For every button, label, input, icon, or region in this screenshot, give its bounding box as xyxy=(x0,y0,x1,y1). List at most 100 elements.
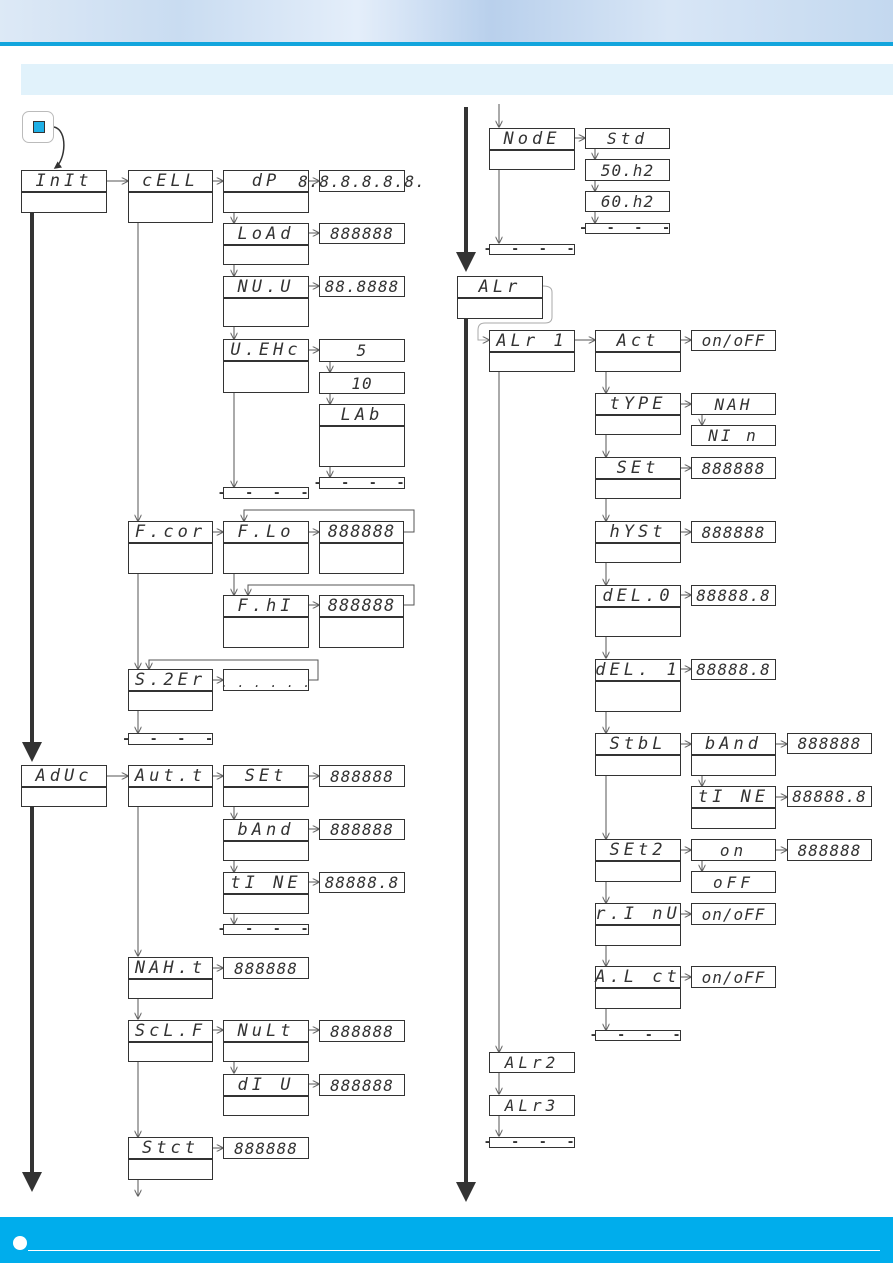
menu-act[interactable]: Act xyxy=(595,330,681,372)
menu-alr1[interactable]: ALr 1 xyxy=(489,330,575,372)
menu-div[interactable]: dI U xyxy=(223,1074,309,1116)
autt-time-value: 88888.8 xyxy=(324,873,400,892)
set2-option-on[interactable]: on xyxy=(691,839,776,861)
vexc-option-10[interactable]: 10 xyxy=(319,372,405,394)
menu-dp[interactable]: dP xyxy=(223,170,309,213)
div-value-display[interactable]: 888888 xyxy=(319,1074,405,1096)
mode-end: - - - - xyxy=(484,242,575,257)
del0-value-display[interactable]: 88888.8 xyxy=(691,585,776,606)
alr-set-value: 888888 xyxy=(701,458,766,478)
mode-option-50hz-label: 50.h2 xyxy=(600,160,655,180)
menu-mode[interactable]: NodE xyxy=(489,128,575,170)
autt-band-value: 888888 xyxy=(330,820,394,839)
menu-autt-time[interactable]: tI NE xyxy=(223,872,309,914)
nuu-value: 88.8888 xyxy=(324,277,400,296)
menu-szer[interactable]: S.2Er xyxy=(128,669,213,711)
load-value-display[interactable]: 888888 xyxy=(319,223,405,244)
set2-option-on-label: on xyxy=(719,840,748,860)
rinv-value-display[interactable]: on/oFF xyxy=(691,903,776,925)
menu-autt-label: Aut.t xyxy=(129,766,212,788)
cell-end: - - - - xyxy=(218,486,309,501)
menu-alr2[interactable]: ALr2 xyxy=(489,1052,575,1073)
del1-value-display[interactable]: 88888.8 xyxy=(691,659,776,680)
rinv-value: on/oFF xyxy=(701,904,766,924)
stbl-time-value-display[interactable]: 88888.8 xyxy=(787,786,872,807)
mode-option-60hz-label: 60.h2 xyxy=(600,192,655,211)
type-option-min[interactable]: NI n xyxy=(691,425,776,446)
menu-load[interactable]: LoAd xyxy=(223,223,309,265)
menu-nuu[interactable]: NU.U xyxy=(223,276,309,327)
menu-sclf[interactable]: ScL.F xyxy=(128,1020,213,1062)
menu-div-label: dI U xyxy=(224,1075,308,1097)
mode-option-std[interactable]: Std xyxy=(585,128,670,149)
maxt-value-display[interactable]: 888888 xyxy=(223,957,309,979)
dp-value-display[interactable]: 8.8.8.8.8.8. xyxy=(298,170,425,192)
hyst-value-display[interactable]: 888888 xyxy=(691,521,776,543)
menu-vexc-label: U.EHc xyxy=(224,340,308,362)
mode-option-50hz[interactable]: 50.h2 xyxy=(585,159,670,181)
alct-value-display[interactable]: on/oFF xyxy=(691,966,776,988)
menu-flo-label: F.Lo xyxy=(224,522,308,544)
end-marker: - - - - xyxy=(483,1135,581,1150)
menu-stbl[interactable]: StbL xyxy=(595,733,681,776)
autt-time-value-display[interactable]: 88888.8 xyxy=(319,872,405,893)
menu-alct[interactable]: A.L ct xyxy=(595,966,681,1009)
stct-value-display[interactable]: 888888 xyxy=(223,1137,309,1159)
del0-value: 88888.8 xyxy=(696,586,771,605)
menu-alr-set[interactable]: SEt xyxy=(595,457,681,499)
act-value-display[interactable]: on/oFF xyxy=(691,330,776,351)
menu-autt-set[interactable]: SEt xyxy=(223,765,309,807)
set2-option-off[interactable]: oFF xyxy=(691,871,776,893)
fhi-value-display[interactable]: 888888 xyxy=(319,595,404,648)
menu-fhi[interactable]: F.hI xyxy=(223,595,309,648)
autt-set-value-display[interactable]: 888888 xyxy=(319,765,405,787)
stbl-band-value-display[interactable]: 888888 xyxy=(787,733,872,754)
menu-cell[interactable]: cELL xyxy=(128,170,213,223)
menu-del1[interactable]: dEL. 1 xyxy=(595,659,681,712)
mult-value: 888888 xyxy=(330,1021,394,1041)
menu-type-label: tYPE xyxy=(596,394,680,416)
menu-advc-label: AdUc xyxy=(22,766,106,788)
mode-option-60hz[interactable]: 60.h2 xyxy=(585,191,670,212)
set2-value: 888888 xyxy=(797,840,862,860)
menu-maxt[interactable]: NAH.t xyxy=(128,957,213,999)
vexc-option-5[interactable]: 5 xyxy=(319,339,405,362)
alr-set-value-display[interactable]: 888888 xyxy=(691,457,776,479)
menu-rinv[interactable]: r.I nU xyxy=(595,903,681,946)
autt-set-value: 888888 xyxy=(330,766,394,786)
init-end: - - - - xyxy=(122,732,213,747)
menu-stbl-time[interactable]: tI NE xyxy=(691,786,776,829)
szer-value-display[interactable]: . . . . . . xyxy=(221,669,310,691)
menu-flo[interactable]: F.Lo xyxy=(223,521,309,574)
mult-value-display[interactable]: 888888 xyxy=(319,1020,405,1042)
type-option-max[interactable]: NAH xyxy=(691,393,776,415)
menu-hyst[interactable]: hYSt xyxy=(595,521,681,563)
menu-del0[interactable]: dEL.0 xyxy=(595,585,681,637)
autt-band-value-display[interactable]: 888888 xyxy=(319,819,405,840)
menu-fcor[interactable]: F.cor xyxy=(128,521,213,574)
menu-rinv-label: r.I nU xyxy=(595,904,681,926)
set2-value-display[interactable]: 888888 xyxy=(787,839,872,861)
menu-cell-label: cELL xyxy=(129,171,212,193)
menu-type[interactable]: tYPE xyxy=(595,393,681,435)
stbl-time-value: 88888.8 xyxy=(792,787,867,806)
menu-load-label: LoAd xyxy=(224,224,308,246)
flo-value-display[interactable]: 888888 xyxy=(319,521,404,574)
menu-alr[interactable]: ALr xyxy=(457,276,543,319)
end-marker: - - - - xyxy=(313,475,411,491)
menu-alr3[interactable]: ALr3 xyxy=(489,1095,575,1116)
menu-init[interactable]: InIt xyxy=(21,170,107,213)
menu-mult[interactable]: NuLt xyxy=(223,1020,309,1062)
menu-advc[interactable]: AdUc xyxy=(21,765,107,807)
menu-autt[interactable]: Aut.t xyxy=(128,765,213,807)
page-marker-dot xyxy=(13,1236,27,1250)
menu-autt-band[interactable]: bAnd xyxy=(223,819,309,861)
vexc-option-lab[interactable]: LAb xyxy=(319,404,405,467)
menu-set2[interactable]: SEt2 xyxy=(595,839,681,882)
nuu-value-display[interactable]: 88.8888 xyxy=(319,276,405,297)
menu-del1-label: dEL. 1 xyxy=(595,660,681,682)
menu-autt-time-label: tI NE xyxy=(224,873,308,895)
menu-vexc[interactable]: U.EHc xyxy=(223,339,309,393)
menu-stct[interactable]: Stct xyxy=(128,1137,213,1180)
menu-stbl-band[interactable]: bAnd xyxy=(691,733,776,776)
